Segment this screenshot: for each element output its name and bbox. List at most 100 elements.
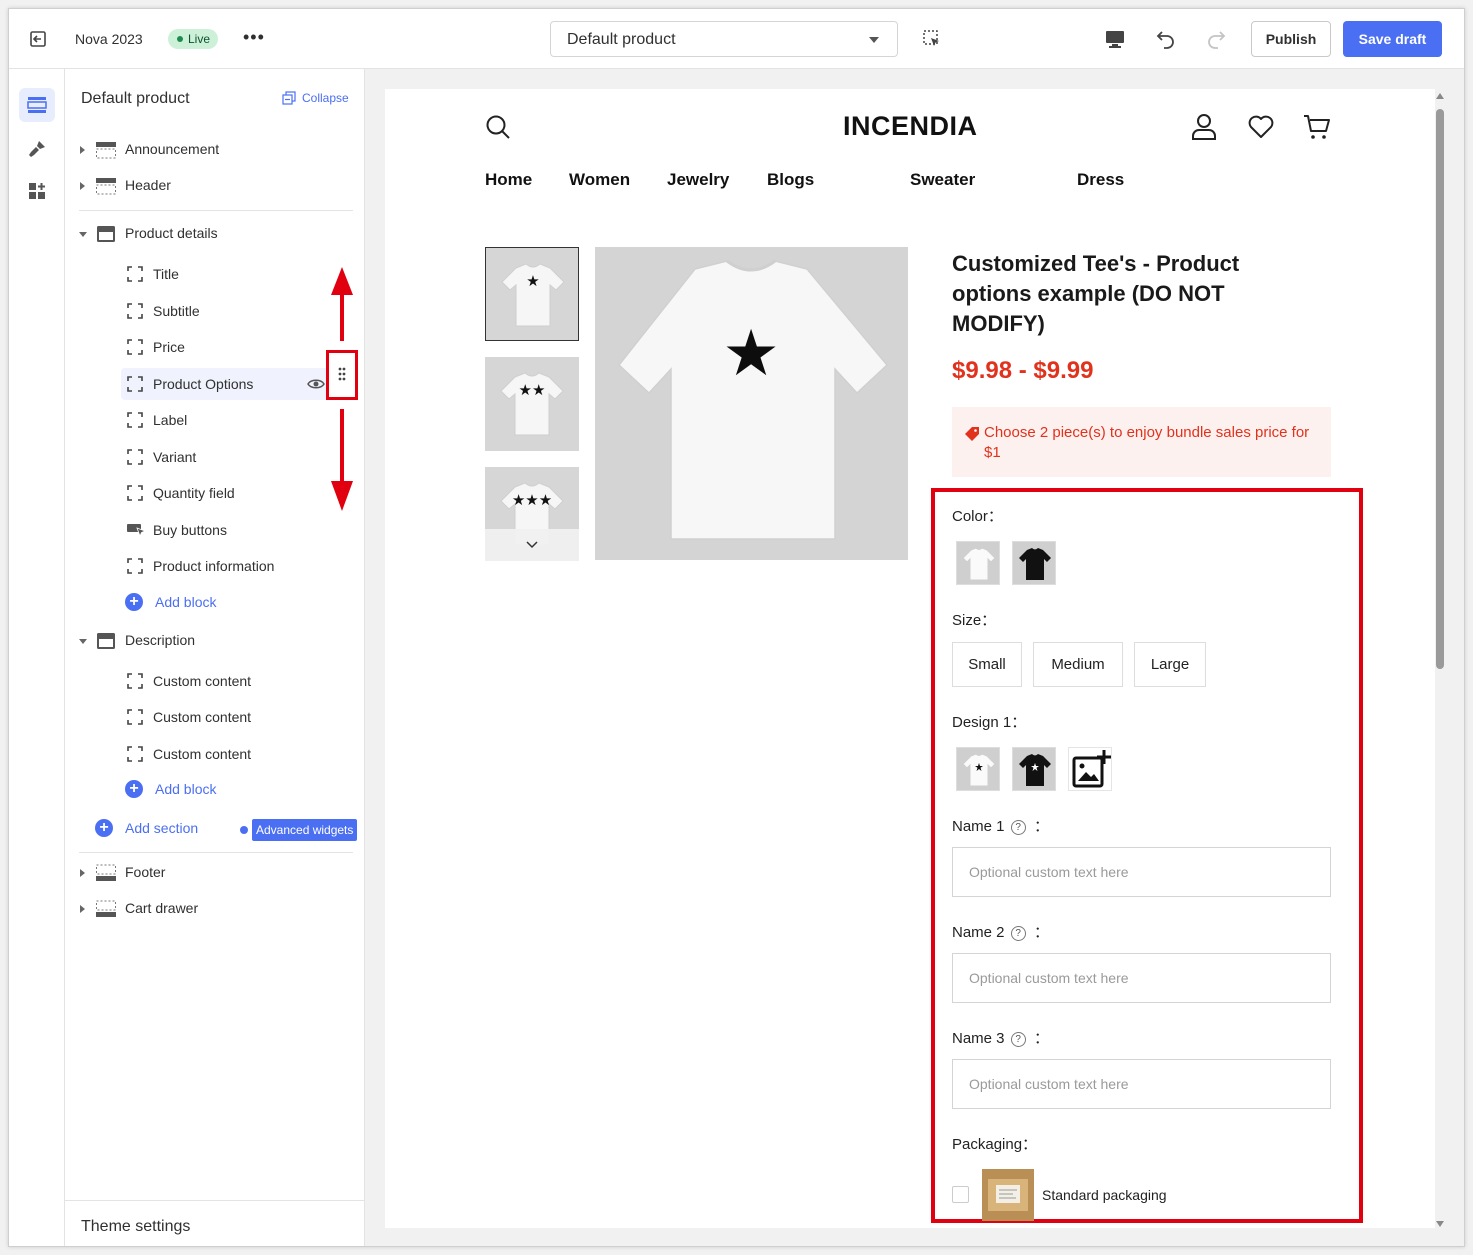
cart-icon[interactable] xyxy=(1303,113,1331,141)
account-icon[interactable] xyxy=(1191,113,1217,141)
block-label-row[interactable]: Label xyxy=(121,404,355,436)
name3-option-label: Name 3 ? ： xyxy=(952,1027,1049,1048)
template-select[interactable]: Default product xyxy=(550,21,898,57)
block-title[interactable]: Title xyxy=(121,258,355,290)
save-draft-button[interactable]: Save draft xyxy=(1343,21,1442,57)
chevron-down-icon[interactable] xyxy=(79,639,87,644)
drag-handle[interactable] xyxy=(326,350,358,400)
section-label: Announcement xyxy=(125,141,220,157)
packaging-option-label: Packaging： xyxy=(952,1136,1038,1153)
size-large-button[interactable]: Large xyxy=(1134,642,1206,687)
color-swatch-black[interactable] xyxy=(1012,541,1056,585)
block-subtitle[interactable]: Subtitle xyxy=(121,295,355,327)
help-icon[interactable]: ? xyxy=(1010,820,1026,835)
nav-women[interactable]: Women xyxy=(569,170,630,190)
chevron-right-icon[interactable] xyxy=(80,182,85,190)
add-section-button[interactable]: + Add section xyxy=(95,817,225,843)
sections-tab[interactable] xyxy=(19,88,55,122)
store-logo[interactable]: INCENDIA xyxy=(843,111,978,142)
more-actions-button[interactable]: ••• xyxy=(243,27,265,47)
section-announcement[interactable]: Announcement xyxy=(65,133,365,167)
block-icon xyxy=(127,376,143,392)
desktop-preview-icon[interactable] xyxy=(1104,28,1126,50)
color-option-label: Color： xyxy=(952,508,1003,525)
block-label: Price xyxy=(153,339,185,355)
nav-home[interactable]: Home xyxy=(485,170,532,190)
publish-button[interactable]: Publish xyxy=(1251,21,1331,57)
section-header[interactable]: Header xyxy=(65,169,365,203)
packaging-option-text: Standard packaging xyxy=(1042,1187,1167,1203)
theme-settings-label: Theme settings xyxy=(81,1218,191,1235)
section-cart-drawer[interactable]: Cart drawer xyxy=(65,892,365,926)
block-icon xyxy=(127,709,143,725)
black-star-tshirt-image xyxy=(1019,754,1051,786)
apps-tab[interactable] xyxy=(19,174,55,208)
chevron-right-icon[interactable] xyxy=(80,905,85,913)
store-preview[interactable]: INCENDIA Home Women Jewelry Blogs Sweate… xyxy=(385,89,1435,1228)
nav-jewelry[interactable]: Jewelry xyxy=(667,170,729,190)
heart-icon[interactable] xyxy=(1248,115,1274,139)
upload-image-button[interactable] xyxy=(1068,747,1112,791)
section-description[interactable]: Description xyxy=(65,624,365,658)
nav-blogs[interactable]: Blogs xyxy=(767,170,814,190)
tshirt-image: ★ xyxy=(617,259,889,540)
advanced-widgets-label: Advanced widgets xyxy=(252,819,358,841)
product-thumbnail[interactable]: ★★ xyxy=(485,357,579,451)
packaging-image xyxy=(982,1169,1034,1221)
nav-dress[interactable]: Dress xyxy=(1077,170,1124,190)
block-variant[interactable]: Variant xyxy=(121,441,355,473)
exit-icon[interactable] xyxy=(27,29,49,49)
add-block-button[interactable]: + Add block xyxy=(125,591,265,617)
scroll-up-icon[interactable] xyxy=(1436,93,1444,99)
theme-settings-button[interactable]: Theme settings xyxy=(65,1200,365,1246)
product-main-image[interactable]: ★ xyxy=(595,247,908,560)
name2-input[interactable] xyxy=(952,953,1331,1003)
packaging-checkbox[interactable] xyxy=(952,1186,969,1203)
add-block-button[interactable]: + Add block xyxy=(125,778,265,804)
template-select-value: Default product xyxy=(567,31,676,48)
eye-icon[interactable] xyxy=(307,377,325,391)
name1-input[interactable] xyxy=(952,847,1331,897)
color-swatch-white[interactable] xyxy=(956,541,1000,585)
block-label: Custom content xyxy=(153,673,252,689)
block-label: Product Options xyxy=(153,376,254,392)
block-custom-content[interactable]: Custom content xyxy=(121,665,355,697)
section-footer[interactable]: Footer xyxy=(65,856,365,890)
thumbnails-next-button[interactable] xyxy=(485,529,579,561)
plus-circle-icon: + xyxy=(95,819,113,837)
block-custom-content[interactable]: Custom content xyxy=(121,738,355,770)
collapse-button[interactable]: Collapse xyxy=(282,91,349,105)
chevron-down-icon[interactable] xyxy=(79,232,87,237)
preview-scrollbar[interactable] xyxy=(1433,93,1444,1233)
size-small-button[interactable]: Small xyxy=(952,642,1022,687)
undo-icon[interactable] xyxy=(1155,27,1177,49)
search-icon[interactable] xyxy=(485,114,511,140)
header-icon xyxy=(96,178,116,195)
block-buy-buttons[interactable]: Buy buttons xyxy=(121,514,355,546)
product-price: $9.98 - $9.99 xyxy=(952,357,1094,384)
chevron-right-icon[interactable] xyxy=(80,146,85,154)
help-icon[interactable]: ? xyxy=(1010,1032,1026,1047)
design-swatch-black-star[interactable] xyxy=(1012,747,1056,791)
divider xyxy=(79,210,353,211)
redo-icon[interactable] xyxy=(1205,27,1227,49)
name3-input[interactable] xyxy=(952,1059,1331,1109)
section-bar-icon xyxy=(96,142,116,159)
chevron-right-icon[interactable] xyxy=(80,869,85,877)
block-custom-content[interactable]: Custom content xyxy=(121,701,355,733)
size-medium-button[interactable]: Medium xyxy=(1033,642,1123,687)
block-price[interactable]: Price xyxy=(121,331,355,363)
apps-icon xyxy=(29,183,45,199)
nav-sweater[interactable]: Sweater xyxy=(910,170,975,190)
scroll-down-icon[interactable] xyxy=(1436,1221,1444,1227)
block-product-options[interactable]: Product Options xyxy=(121,368,355,400)
inspector-icon[interactable] xyxy=(922,29,942,49)
help-icon[interactable]: ? xyxy=(1010,926,1026,941)
theme-styles-tab[interactable] xyxy=(19,132,55,166)
block-product-information[interactable]: Product information xyxy=(121,550,355,582)
design-swatch-white-star[interactable] xyxy=(956,747,1000,791)
block-quantity-field[interactable]: Quantity field xyxy=(121,477,355,509)
product-thumbnail[interactable]: ★ xyxy=(485,247,579,341)
section-product-details[interactable]: Product details xyxy=(65,217,365,251)
scrollbar-thumb[interactable] xyxy=(1436,109,1444,669)
